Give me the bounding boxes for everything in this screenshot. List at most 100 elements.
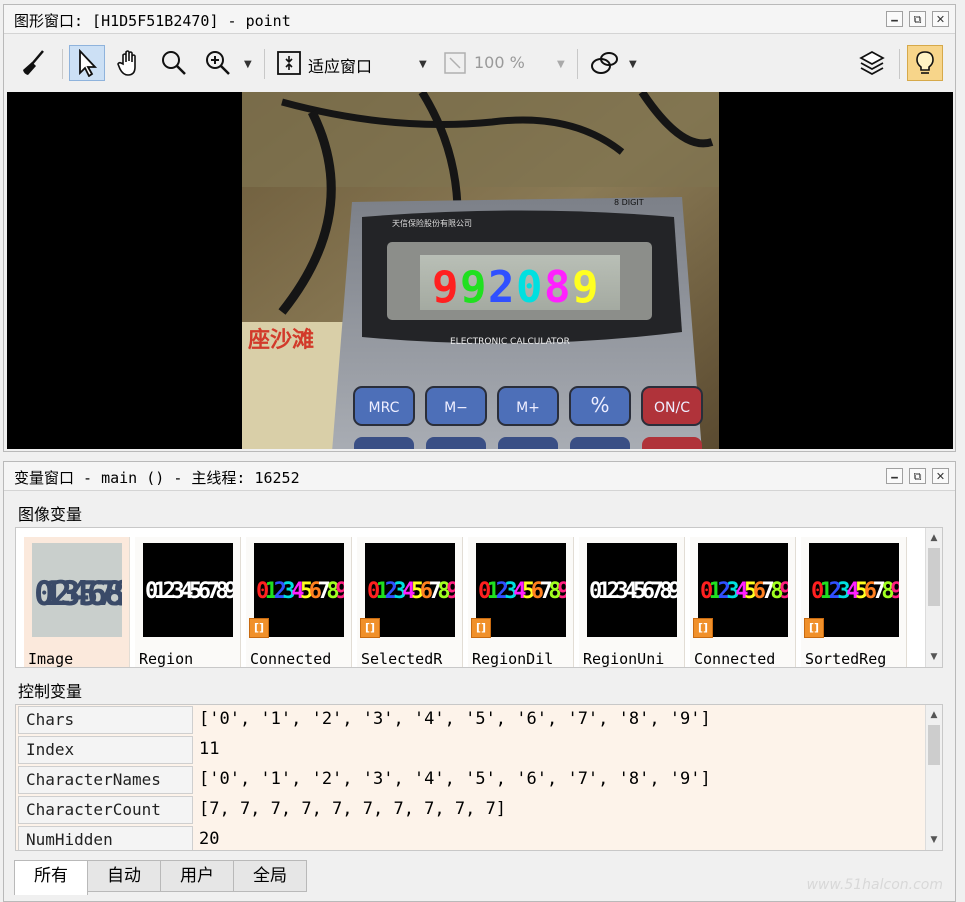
scroll-up-icon[interactable]: ▲ <box>926 707 942 723</box>
thumbnail-digit: 9 <box>557 579 566 604</box>
calculator-brand: ELECTRONIC CALCULATOR <box>450 337 570 347</box>
fit-window-label[interactable]: 适应窗口 <box>308 53 372 77</box>
image-variable-thumbnail[interactable]: 0123456789[]RegionDil <box>468 537 574 668</box>
control-variable-value: 11 <box>199 739 220 759</box>
calculator-key: ON/C <box>641 386 703 426</box>
toolbar-separator <box>899 49 900 79</box>
thumbnail-preview: 0123456789 <box>143 543 233 637</box>
scroll-down-icon[interactable]: ▼ <box>926 649 942 665</box>
zoom-in-icon[interactable] <box>200 45 236 81</box>
calculator-key <box>498 437 558 449</box>
calculator-key: M+ <box>497 386 559 426</box>
draw-mode-dropdown-chevron-icon[interactable]: ▼ <box>629 59 637 70</box>
lcd-digit: 0 <box>516 262 543 313</box>
pin-button[interactable]: 🗕 <box>886 11 903 27</box>
svg-text:M+: M+ <box>516 400 540 416</box>
image-panel-scrollbar[interactable]: ▲ ▼ <box>925 528 942 667</box>
zoom-level-value[interactable]: 100 % <box>474 53 525 72</box>
region-badge-icon: [] <box>249 618 269 638</box>
layers-icon[interactable] <box>854 45 890 81</box>
image-variable-thumbnail[interactable]: 0123456789 RegionUni <box>579 537 685 668</box>
scroll-up-icon[interactable]: ▲ <box>926 530 942 546</box>
svg-text:%: % <box>590 393 609 417</box>
image-variable-thumbnail[interactable]: 0123456789[]SelectedR <box>357 537 463 668</box>
clear-window-broom-icon[interactable] <box>16 45 52 81</box>
thumbnail-caption: RegionUni <box>583 650 665 668</box>
thumbnail-digit: 9 <box>224 579 233 604</box>
region-badge-icon: [] <box>804 618 824 638</box>
watermark: www.51halcon.com <box>806 877 943 893</box>
calculator-key <box>426 437 486 449</box>
thumbnail-caption: RegionDil <box>472 650 554 668</box>
control-variable-name: CharacterCount <box>18 796 193 824</box>
image-variable-thumbnail[interactable]: 0123456789[]Connected <box>246 537 352 668</box>
thumbnail-digit: 9 <box>890 579 899 604</box>
control-variables-panel: Chars ['0', '1', '2', '3', '4', '5', '6',… <box>15 704 943 851</box>
close-button[interactable]: ✕ <box>932 11 949 27</box>
calculator-photo: 座沙滩 8 DIGIT 天信保险股份有限公司 992089 ELECTRONIC… <box>242 92 719 449</box>
image-variable-thumbnail[interactable]: 0123456789[]Connected <box>690 537 796 668</box>
thumbnail-caption: Connected <box>250 650 332 668</box>
thumbnail-caption: Image <box>28 650 74 668</box>
thumbnail-digit: 9 <box>446 579 455 604</box>
fit-window-icon[interactable] <box>271 45 307 81</box>
select-pointer-icon[interactable] <box>69 45 105 81</box>
toolbar-separator <box>577 49 578 79</box>
lightbulb-icon[interactable] <box>907 45 943 81</box>
top-label: 8 DIGIT <box>614 198 644 207</box>
thumbnail-caption: SelectedR <box>361 650 443 668</box>
control-variable-name: CharacterNames <box>18 766 193 794</box>
control-variable-value: ['0', '1', '2', '3', '4', '5', '6', '7',… <box>199 709 711 729</box>
svg-text:ON/C: ON/C <box>654 400 690 416</box>
svg-text:MRC: MRC <box>369 400 400 416</box>
control-variable-row[interactable]: CharacterCount [7, 7, 7, 7, 7, 7, 7, 7, 7… <box>16 795 926 825</box>
toolbar-separator <box>62 49 63 79</box>
scroll-down-icon[interactable]: ▼ <box>926 832 942 848</box>
tab-global[interactable]: 全局 <box>233 860 307 892</box>
fit-window-dropdown-chevron-icon[interactable]: ▼ <box>419 59 427 70</box>
scrollbar-thumb[interactable] <box>928 548 940 606</box>
svg-text:M−: M− <box>444 400 468 416</box>
control-variable-row[interactable]: Chars ['0', '1', '2', '3', '4', '5', '6',… <box>16 705 926 735</box>
control-variables-label: 控制变量 <box>18 682 83 701</box>
tab-user[interactable]: 用户 <box>160 860 234 892</box>
image-variable-thumbnail[interactable]: 0123456789[]SortedReg <box>801 537 907 667</box>
draw-mode-shape-icon[interactable] <box>587 45 623 81</box>
restore-button[interactable]: ⧉ <box>909 468 926 484</box>
calculator-keypad: MRC M− M+% ON/C <box>353 386 703 449</box>
pan-hand-icon[interactable] <box>112 45 148 81</box>
lcd-digit: 9 <box>460 262 487 313</box>
calculator-key: M− <box>425 386 487 426</box>
thumbnail-caption: Region <box>139 650 194 668</box>
control-variable-name: Index <box>18 736 193 764</box>
restore-button[interactable]: ⧉ <box>909 11 926 27</box>
pin-button[interactable]: 🗕 <box>886 468 903 484</box>
image-variable-thumbnail[interactable]: 0123456789 Region <box>135 537 241 668</box>
zoom-dropdown-chevron-icon[interactable]: ▼ <box>244 59 252 70</box>
poster-text: 座沙滩 <box>248 327 314 353</box>
variable-window-title: 变量窗口 - main () - 主线程: 16252 <box>14 469 300 487</box>
zoom-level-dropdown-chevron-icon[interactable]: ▼ <box>557 59 565 70</box>
thumbnail-preview: 0123456789 <box>587 543 677 637</box>
toolbar-separator <box>264 49 265 79</box>
close-button[interactable]: ✕ <box>932 468 949 484</box>
zoom-level-icon <box>437 45 473 81</box>
control-variable-row[interactable]: NumHidden 20 <box>16 825 926 850</box>
graphics-toolbar: ▼ 适应窗口 ▼ 100 % ▼ ▼ <box>4 35 955 89</box>
tab-auto[interactable]: 自动 <box>87 860 161 892</box>
graphics-canvas[interactable]: 座沙滩 8 DIGIT 天信保险股份有限公司 992089 ELECTRONIC… <box>7 92 953 449</box>
thumbnail-caption: Connected <box>694 650 776 668</box>
lcd-digit: 9 <box>432 262 459 313</box>
thumbnail-digit: 9 <box>335 579 344 604</box>
calculator-key <box>354 437 414 449</box>
zoom-magnifier-icon[interactable] <box>156 45 192 81</box>
tab-all[interactable]: 所有 <box>14 860 88 895</box>
variable-window: 变量窗口 - main () - 主线程: 16252 🗕 ⧉ ✕ 图像变量 0… <box>3 461 956 902</box>
control-panel-scrollbar[interactable]: ▲ ▼ <box>925 705 942 850</box>
graphics-window-titlebar: 图形窗口: [H1D5F51B2470] - point 🗕 ⧉ ✕ <box>4 5 955 34</box>
control-variable-row[interactable]: CharacterNames ['0', '1', '2', '3', '4', … <box>16 765 926 795</box>
scrollbar-thumb[interactable] <box>928 725 940 765</box>
image-variables-label: 图像变量 <box>18 505 83 524</box>
image-variable-thumbnail[interactable]: 0123456789 Image <box>24 537 130 668</box>
control-variable-row[interactable]: Index 11 <box>16 735 926 765</box>
